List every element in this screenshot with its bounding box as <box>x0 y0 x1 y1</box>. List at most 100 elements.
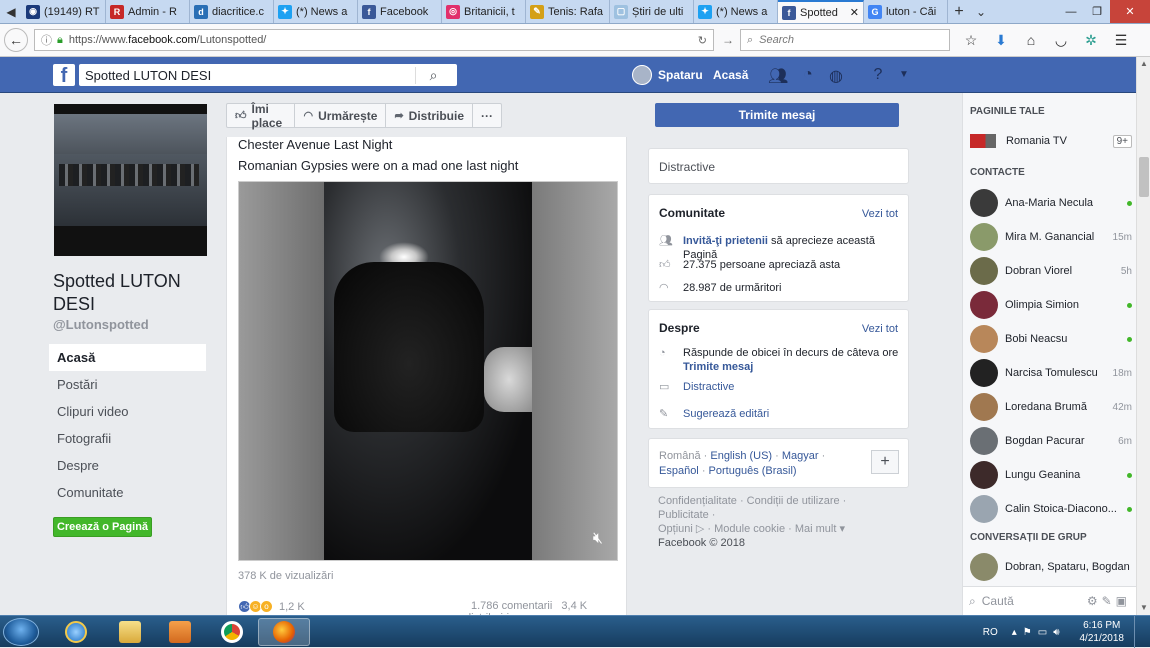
page-nav-posts[interactable]: Postări <box>49 371 206 398</box>
facebook-search-input[interactable]: Spotted LUTON DESI ⌕ <box>79 64 457 86</box>
new-tab-icon[interactable]: + <box>948 0 970 23</box>
category-link[interactable]: Distractive <box>659 160 715 174</box>
browser-tab[interactable]: d diacritice.c <box>190 0 274 23</box>
page-nav-photos[interactable]: Fotografii <box>49 425 206 452</box>
home-link[interactable]: Acasă <box>713 68 748 82</box>
input-language[interactable]: RO <box>983 627 998 638</box>
language-magyar[interactable]: Magyar <box>782 450 819 462</box>
scroll-down-icon[interactable]: ▼ <box>1137 601 1150 615</box>
address-bar[interactable]: ⓘ 🔒︎ https://www. facebook.com/Lutonspott… <box>34 29 714 51</box>
show-desktop-button[interactable] <box>1134 616 1146 648</box>
comments-count[interactable]: 1.786 comentarii <box>471 600 552 612</box>
tab-list-chevron-icon[interactable]: ⌄ <box>970 0 992 23</box>
post-video[interactable]: 🔇︎ <box>238 181 618 561</box>
contact-item[interactable]: Ana-Maria Necula <box>970 188 1132 218</box>
reload-icon[interactable]: ↻ <box>698 34 707 47</box>
contact-item[interactable]: Loredana Brumă 42m <box>970 392 1132 422</box>
page-nav-videos[interactable]: Clipuri video <box>49 398 206 425</box>
community-see-all-link[interactable]: Vezi tot <box>862 208 898 220</box>
more-languages-button[interactable]: + <box>871 450 899 474</box>
follow-page-button[interactable]: ◠ Urmărește <box>295 104 387 127</box>
language-portugues[interactable]: Português (Brasil) <box>709 465 797 477</box>
page-nav-about[interactable]: Despre <box>49 452 206 479</box>
contact-item[interactable]: Bobi Neacsu <box>970 324 1132 354</box>
about-see-all-link[interactable]: Vezi tot <box>862 323 898 335</box>
contact-item[interactable]: Narcisa Tomulescu 18m <box>970 358 1132 388</box>
page-scrollbar[interactable]: ▲ ▼ <box>1136 57 1150 615</box>
browser-tab[interactable]: ▢ Știri de ulti <box>610 0 694 23</box>
notifications-globe-icon[interactable]: ◍ <box>826 66 846 85</box>
close-window-icon[interactable]: ✕ <box>1110 0 1150 23</box>
start-button[interactable] <box>3 618 39 646</box>
contact-item[interactable]: Bogdan Pacurar 6m <box>970 426 1132 456</box>
more-options-button[interactable]: ··· <box>473 104 501 127</box>
about-category-link[interactable]: Distractive <box>683 380 734 394</box>
your-page-item[interactable]: Romania TV 9+ <box>970 126 1132 156</box>
file-explorer-icon[interactable] <box>104 618 156 646</box>
about-send-message-link[interactable]: Trimite mesaj <box>683 361 753 373</box>
tray-icons[interactable]: ▴⚑▭🔊︎ <box>1012 627 1066 638</box>
friend-requests-icon[interactable]: 👥︎ <box>768 66 788 85</box>
browser-tab[interactable]: f Spotted ✕ <box>778 0 864 23</box>
account-menu-chevron-icon[interactable]: ▼ <box>894 69 914 87</box>
firefox-icon[interactable] <box>258 618 310 646</box>
browser-tab[interactable]: ✦ (*) News a <box>274 0 358 23</box>
like-page-button[interactable]: 👍︎ Îmi place <box>227 102 296 130</box>
facebook-logo-icon[interactable]: f <box>53 64 75 86</box>
download-icon[interactable]: ⬇ <box>986 32 1016 49</box>
tab-scroll-left-icon[interactable]: ◀ <box>0 0 22 23</box>
language-espanol[interactable]: Español <box>659 465 699 477</box>
language-english[interactable]: English (US) <box>710 450 772 462</box>
contact-item[interactable]: Calin Stoica-Diacono... <box>970 494 1132 524</box>
browser-tab[interactable]: ◎ Britanicii, t <box>442 0 526 23</box>
search-icon[interactable]: ⌕ <box>415 66 451 84</box>
url-dropdown-icon[interactable]: → <box>722 33 734 47</box>
browser-search-field[interactable]: ⌕ Search <box>740 29 950 51</box>
footer-line-1[interactable]: Confidențialitate · Condiții de utilizar… <box>658 494 898 522</box>
scroll-up-icon[interactable]: ▲ <box>1137 57 1150 71</box>
chrome-icon[interactable] <box>206 618 258 646</box>
close-tab-icon[interactable]: ✕ <box>850 6 859 19</box>
suggest-edits-link[interactable]: Sugerează editări <box>683 407 769 421</box>
contact-item[interactable]: Dobran Viorel 5h <box>970 256 1132 286</box>
menu-icon[interactable]: ☰ <box>1106 32 1136 49</box>
home-icon[interactable]: ⌂ <box>1016 32 1046 49</box>
browser-tab[interactable]: f Facebook <box>358 0 442 23</box>
reactions-summary[interactable]: 👍︎ ☺ o 1,2 K <box>238 600 305 613</box>
chat-options-icons[interactable]: ⚙✎▣ <box>1087 594 1131 608</box>
mute-icon[interactable]: 🔇︎ <box>593 530 603 548</box>
group-chat-item[interactable]: Dobran, Spataru, Bogdan <box>970 552 1132 582</box>
page-nav-community[interactable]: Comunitate <box>49 479 206 506</box>
create-page-button[interactable]: Creează o Pagină <box>53 517 152 537</box>
browser-tab[interactable]: ✎ Tenis: Rafa <box>526 0 610 23</box>
chat-search-input[interactable]: ⌕ Caută ⚙✎▣ <box>963 586 1137 615</box>
browser-tab[interactable]: ✦ (*) News a <box>694 0 778 23</box>
contact-item[interactable]: Mira M. Ganancial 15m <box>970 222 1132 252</box>
info-icon[interactable]: ⓘ <box>41 32 52 48</box>
back-button[interactable]: ← <box>4 28 28 52</box>
invite-friends-link[interactable]: Invită-ţi prietenii <box>683 235 768 247</box>
bookmark-star-icon[interactable]: ☆ <box>956 32 986 49</box>
profile-link[interactable]: Spataru <box>632 65 703 85</box>
browser-tab[interactable]: ◉ (19149) RT <box>22 0 106 23</box>
minimize-icon[interactable]: — <box>1058 0 1084 23</box>
extension-icon[interactable]: ✲ <box>1076 32 1106 49</box>
scrollbar-thumb[interactable] <box>1139 157 1149 197</box>
browser-tab[interactable]: Gluton - Căi <box>864 0 948 23</box>
browser-tab[interactable]: R Admin - R <box>106 0 190 23</box>
help-icon[interactable]: ? <box>868 66 888 84</box>
messenger-icon[interactable]: ◔ <box>798 66 818 84</box>
windows-taskbar: RO ▴⚑▭🔊︎ 6:16 PM 4/21/2018 <box>0 615 1150 648</box>
send-message-button[interactable]: Trimite mesaj <box>655 103 899 127</box>
pocket-icon[interactable]: ◡ <box>1046 32 1076 49</box>
contact-item[interactable]: Olimpia Simion <box>970 290 1132 320</box>
footer-line-2[interactable]: Opțiuni ▷ · Module cookie · Mai mult ▾ <box>658 522 898 536</box>
contact-item[interactable]: Lungu Geanina <box>970 460 1132 490</box>
share-page-button[interactable]: ➦ Distribuie <box>386 104 473 127</box>
maximize-icon[interactable]: ❐ <box>1084 0 1110 23</box>
page-nav-home[interactable]: Acasă <box>49 344 206 371</box>
media-player-icon[interactable] <box>154 618 206 646</box>
internet-explorer-icon[interactable] <box>50 618 102 646</box>
clock[interactable]: 6:16 PM 4/21/2018 <box>1080 619 1125 645</box>
page-profile-picture[interactable] <box>54 104 207 256</box>
